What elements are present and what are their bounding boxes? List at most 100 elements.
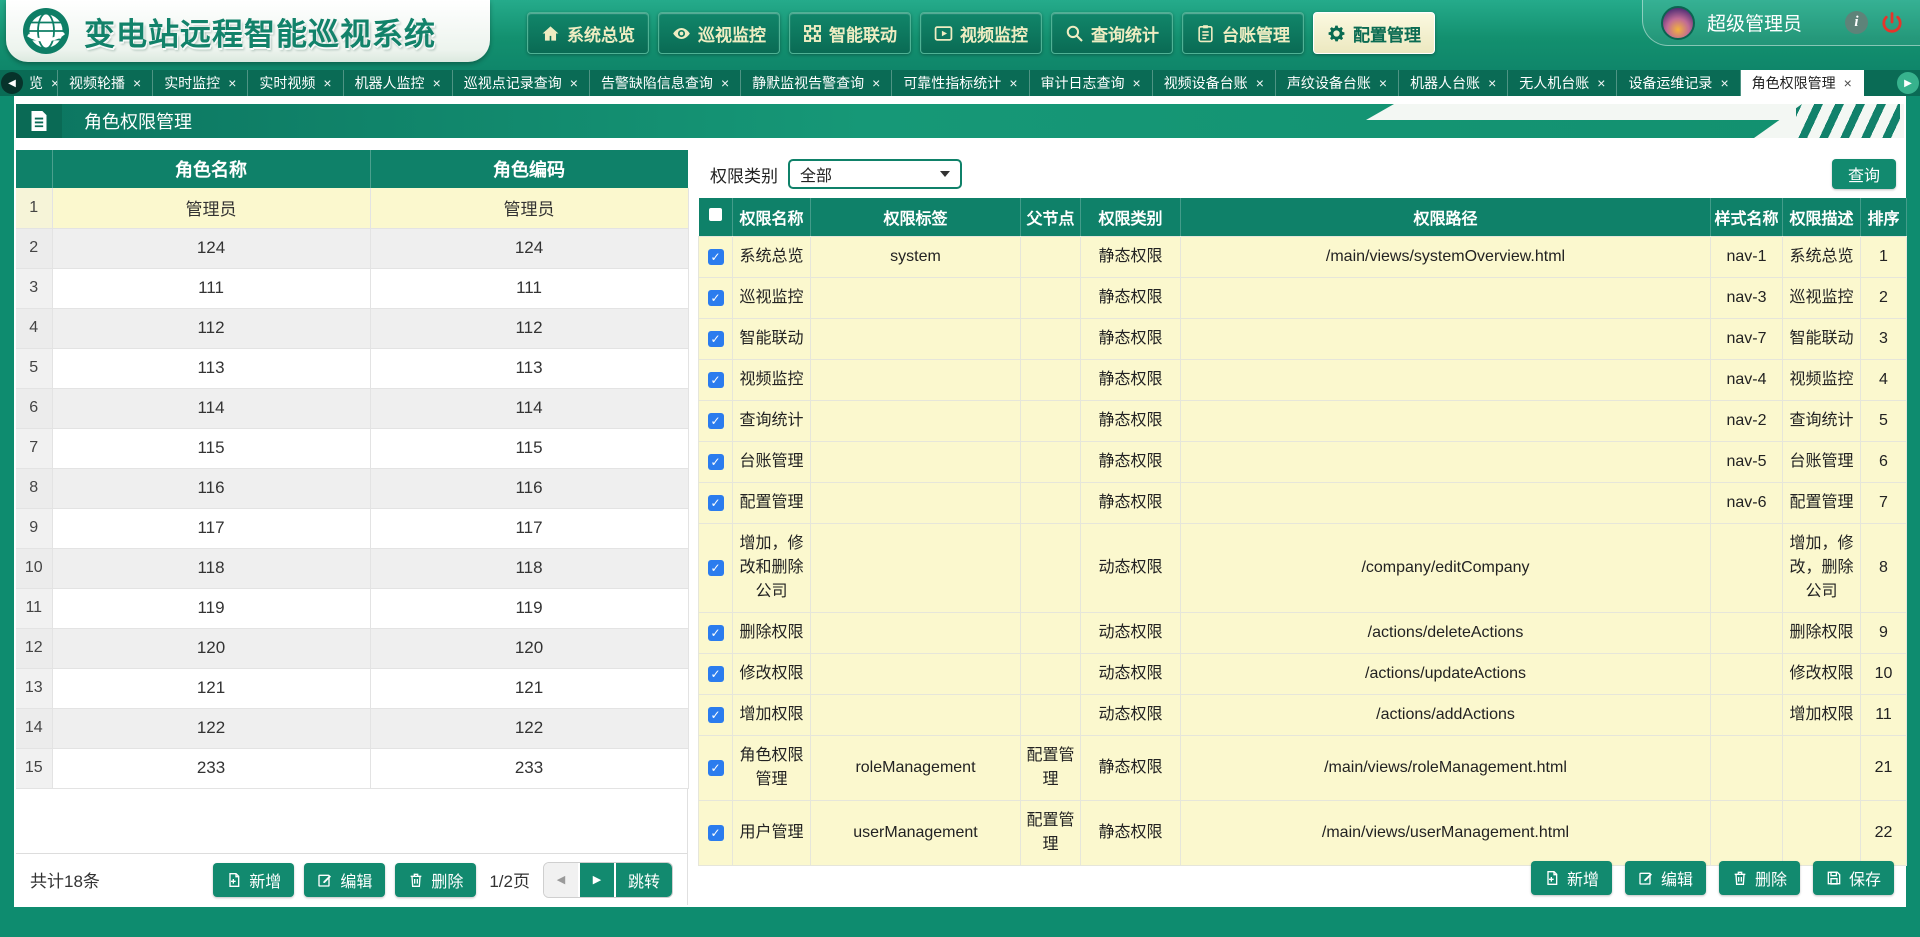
tab-item[interactable]: 视频轮播 ×	[58, 70, 153, 96]
query-button[interactable]: 查询	[1832, 159, 1896, 189]
prev-page-button[interactable]: ◀	[544, 863, 578, 897]
nav-item-query-stats[interactable]: 查询统计	[1051, 12, 1173, 54]
nav-item-video-monitor[interactable]: 视频监控	[920, 12, 1042, 54]
tab-item[interactable]: 无人机台账 ×	[1508, 70, 1617, 96]
add-role-button[interactable]: 新增	[213, 863, 294, 897]
delete-permission-button[interactable]: 删除	[1719, 861, 1800, 895]
table-row[interactable]: 9 117 117	[16, 508, 688, 548]
tab-item[interactable]: 角色权限管理 ×	[1741, 70, 1864, 96]
row-checkbox[interactable]: ✓	[708, 825, 724, 841]
tab-item[interactable]: 声纹设备台账 ×	[1276, 70, 1399, 96]
table-row[interactable]: 15 233 233	[16, 748, 688, 788]
table-row[interactable]: ✓ 视频监控 静态权限 nav-4 视频监控 4	[699, 359, 1907, 400]
table-row[interactable]: ✓ 用户管理 userManagement 配置管理 静态权限 /main/vi…	[699, 800, 1907, 865]
table-row[interactable]: 5 113 113	[16, 348, 688, 388]
tab-item[interactable]: 静默监视告警查询 ×	[741, 70, 892, 96]
delete-role-button[interactable]: 删除	[395, 863, 476, 897]
tab-item[interactable]: 设备运维记录 ×	[1617, 70, 1740, 96]
power-logout-icon[interactable]	[1880, 11, 1904, 35]
table-row[interactable]: 1 管理员 管理员	[16, 188, 688, 228]
table-row[interactable]: 12 120 120	[16, 628, 688, 668]
tab-item[interactable]: 巡视点记录查询 ×	[453, 70, 590, 96]
row-checkbox[interactable]: ✓	[708, 372, 724, 388]
tab-item[interactable]: 机器人台账 ×	[1399, 70, 1508, 96]
tab-item[interactable]: 告警缺陷信息查询 ×	[590, 70, 741, 96]
tab-item[interactable]: 视频设备台账 ×	[1153, 70, 1276, 96]
user-avatar[interactable]	[1661, 6, 1695, 40]
row-checkbox[interactable]: ✓	[708, 560, 724, 576]
tab-close-icon[interactable]: ×	[1256, 76, 1264, 90]
tab-close-icon[interactable]: ×	[323, 76, 331, 90]
tab-close-icon[interactable]: ×	[51, 76, 58, 90]
tab-close-icon[interactable]: ×	[228, 76, 236, 90]
table-row[interactable]: ✓ 修改权限 动态权限 /actions/updateActions 修改权限 …	[699, 653, 1907, 694]
nav-item-smart-linkage[interactable]: 智能联动	[789, 12, 911, 54]
row-checkbox[interactable]: ✓	[708, 331, 724, 347]
tab-item[interactable]: 机器人监控 ×	[344, 70, 453, 96]
add-permission-button[interactable]: 新增	[1531, 861, 1612, 895]
table-row[interactable]: ✓ 智能联动 静态权限 nav-7 智能联动 3	[699, 318, 1907, 359]
tab-close-icon[interactable]: ×	[1488, 76, 1496, 90]
row-checkbox[interactable]: ✓	[708, 707, 724, 723]
table-row[interactable]: 6 114 114	[16, 388, 688, 428]
tab-item[interactable]: 可靠性指标统计 ×	[892, 70, 1029, 96]
nav-item-patrol-monitor[interactable]: 巡视监控	[658, 12, 780, 54]
table-row[interactable]: ✓ 查询统计 静态权限 nav-2 查询统计 5	[699, 400, 1907, 441]
table-row[interactable]: 3 111 111	[16, 268, 688, 308]
tab-close-icon[interactable]: ×	[433, 76, 441, 90]
row-checkbox[interactable]: ✓	[708, 625, 724, 641]
tab-item[interactable]: 实时监控 ×	[153, 70, 248, 96]
edit-permission-button[interactable]: 编辑	[1625, 861, 1706, 895]
permission-type-select[interactable]: 全部	[788, 159, 962, 189]
tab-close-icon[interactable]: ×	[133, 76, 141, 90]
table-row[interactable]: 11 119 119	[16, 588, 688, 628]
tab-close-icon[interactable]: ×	[1720, 76, 1728, 90]
select-all-checkbox[interactable]	[709, 208, 722, 221]
next-page-button[interactable]: ▶	[580, 863, 614, 897]
table-row[interactable]: 8 116 116	[16, 468, 688, 508]
tab-item[interactable]: 览 ×	[24, 70, 58, 96]
tab-item[interactable]: 审计日志查询 ×	[1030, 70, 1153, 96]
row-checkbox[interactable]: ✓	[708, 290, 724, 306]
tab-close-icon[interactable]: ×	[1133, 76, 1141, 90]
row-checkbox[interactable]: ✓	[708, 760, 724, 776]
tab-item[interactable]: 实时视频 ×	[248, 70, 343, 96]
tab-close-icon[interactable]: ×	[1844, 76, 1852, 90]
nav-item-config-mgmt[interactable]: 配置管理	[1313, 12, 1435, 54]
table-row[interactable]: ✓ 删除权限 动态权限 /actions/deleteActions 删除权限 …	[699, 612, 1907, 653]
tab-close-icon[interactable]: ×	[721, 76, 729, 90]
table-row[interactable]: ✓ 增加权限 动态权限 /actions/addActions 增加权限 11	[699, 694, 1907, 735]
tab-close-icon[interactable]: ×	[570, 76, 578, 90]
tab-close-icon[interactable]: ×	[872, 76, 880, 90]
row-checkbox[interactable]: ✓	[708, 249, 724, 265]
tab-close-icon[interactable]: ×	[1009, 76, 1017, 90]
tab-scroll-left-button[interactable]: ◀	[1, 72, 23, 94]
table-row[interactable]: ✓ 增加，修改和删除公司 动态权限 /company/editCompany 增…	[699, 523, 1907, 612]
row-checkbox[interactable]: ✓	[708, 495, 724, 511]
table-row[interactable]: 4 112 112	[16, 308, 688, 348]
table-row[interactable]: 13 121 121	[16, 668, 688, 708]
table-row[interactable]: 14 122 122	[16, 708, 688, 748]
table-row[interactable]: 7 115 115	[16, 428, 688, 468]
perm-style-cell: nav-1	[1711, 236, 1783, 277]
edit-role-button[interactable]: 编辑	[304, 863, 385, 897]
tab-close-icon[interactable]: ×	[1379, 76, 1387, 90]
row-checkbox[interactable]: ✓	[708, 413, 724, 429]
table-row[interactable]: ✓ 台账管理 静态权限 nav-5 台账管理 6	[699, 441, 1907, 482]
nav-item-system-overview[interactable]: 系统总览	[527, 12, 649, 54]
info-icon[interactable]: i	[1845, 11, 1868, 34]
table-row[interactable]: 10 118 118	[16, 548, 688, 588]
table-row[interactable]: ✓ 系统总览 system 静态权限 /main/views/systemOve…	[699, 236, 1907, 277]
row-checkbox[interactable]: ✓	[708, 666, 724, 682]
table-row[interactable]: ✓ 角色权限管理 roleManagement 配置管理 静态权限 /main/…	[699, 735, 1907, 800]
row-index-cell: 5	[16, 348, 52, 388]
tab-close-icon[interactable]: ×	[1597, 76, 1605, 90]
jump-button[interactable]: 跳转	[616, 863, 672, 897]
row-checkbox[interactable]: ✓	[708, 454, 724, 470]
table-row[interactable]: ✓ 巡视监控 静态权限 nav-3 巡视监控 2	[699, 277, 1907, 318]
table-row[interactable]: ✓ 配置管理 静态权限 nav-6 配置管理 7	[699, 482, 1907, 523]
table-row[interactable]: 2 124 124	[16, 228, 688, 268]
nav-item-ledger-mgmt[interactable]: 台账管理	[1182, 12, 1304, 54]
save-button[interactable]: 保存	[1813, 861, 1894, 895]
tab-scroll-right-button[interactable]: ▶	[1897, 72, 1919, 94]
